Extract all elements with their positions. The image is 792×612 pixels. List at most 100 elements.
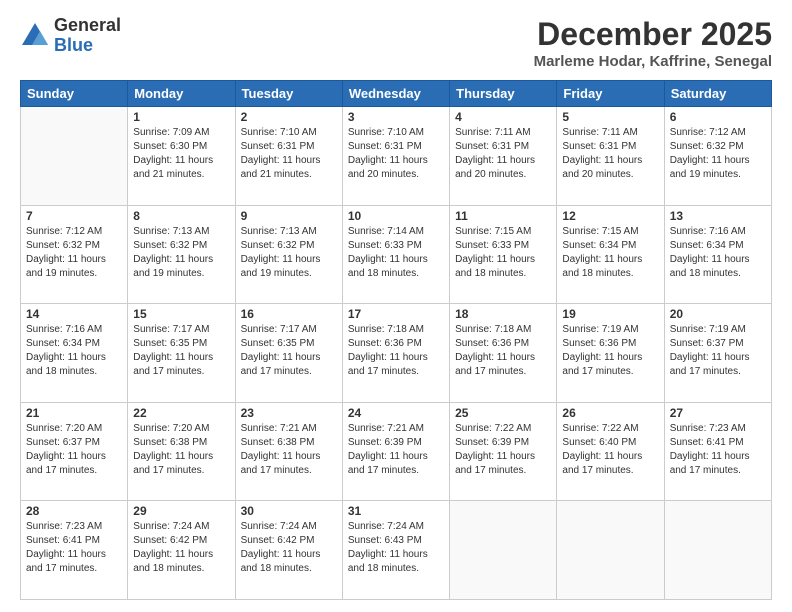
day-number: 27 [670, 406, 766, 420]
day-number: 11 [455, 209, 551, 223]
day-number: 14 [26, 307, 122, 321]
day-info: Sunrise: 7:12 AM Sunset: 6:32 PM Dayligh… [26, 225, 122, 281]
day-info: Sunrise: 7:13 AM Sunset: 6:32 PM Dayligh… [241, 225, 337, 281]
day-info: Sunrise: 7:15 AM Sunset: 6:33 PM Dayligh… [455, 225, 551, 281]
calendar-cell: 31 Sunrise: 7:24 AM Sunset: 6:43 PM Dayli… [342, 501, 449, 600]
title-block: December 2025 Marleme Hodar, Kaffrine, S… [534, 16, 772, 70]
day-number: 31 [348, 504, 444, 518]
weekday-thursday: Thursday [450, 81, 557, 107]
calendar-body: 1Sunrise: 7:09 AM Sunset: 6:30 PM Daylig… [21, 107, 772, 600]
day-number: 23 [241, 406, 337, 420]
day-number: 4 [455, 110, 551, 124]
day-number: 6 [670, 110, 766, 124]
day-info: Sunrise: 7:11 AM Sunset: 6:31 PM Dayligh… [455, 126, 551, 182]
day-info: Sunrise: 7:13 AM Sunset: 6:32 PM Dayligh… [133, 225, 229, 281]
day-number: 28 [26, 504, 122, 518]
day-info: Sunrise: 7:10 AM Sunset: 6:31 PM Dayligh… [241, 126, 337, 182]
day-info: Sunrise: 7:23 AM Sunset: 6:41 PM Dayligh… [670, 422, 766, 478]
day-number: 25 [455, 406, 551, 420]
day-info: Sunrise: 7:14 AM Sunset: 6:33 PM Dayligh… [348, 225, 444, 281]
calendar-cell: 9 Sunrise: 7:13 AM Sunset: 6:32 PM Daylig… [235, 205, 342, 304]
day-number: 30 [241, 504, 337, 518]
month-title: December 2025 [534, 16, 772, 53]
day-info: Sunrise: 7:11 AM Sunset: 6:31 PM Dayligh… [562, 126, 658, 182]
calendar-cell: 11 Sunrise: 7:15 AM Sunset: 6:33 PM Dayli… [450, 205, 557, 304]
day-number: 17 [348, 307, 444, 321]
week-row-2: 7 Sunrise: 7:12 AM Sunset: 6:32 PM Daylig… [21, 205, 772, 304]
calendar-cell: 6Sunrise: 7:12 AM Sunset: 6:32 PM Daylig… [664, 107, 771, 206]
day-info: Sunrise: 7:22 AM Sunset: 6:39 PM Dayligh… [455, 422, 551, 478]
day-number: 29 [133, 504, 229, 518]
day-info: Sunrise: 7:20 AM Sunset: 6:38 PM Dayligh… [133, 422, 229, 478]
day-number: 13 [670, 209, 766, 223]
location-title: Marleme Hodar, Kaffrine, Senegal [534, 53, 772, 70]
calendar-cell: 17 Sunrise: 7:18 AM Sunset: 6:36 PM Dayli… [342, 304, 449, 403]
calendar-cell: 16 Sunrise: 7:17 AM Sunset: 6:35 PM Dayli… [235, 304, 342, 403]
day-info: Sunrise: 7:10 AM Sunset: 6:31 PM Dayligh… [348, 126, 444, 182]
logo-blue: Blue [54, 36, 121, 56]
calendar-cell: 3 Sunrise: 7:10 AM Sunset: 6:31 PM Daylig… [342, 107, 449, 206]
calendar-cell: 26Sunrise: 7:22 AM Sunset: 6:40 PM Dayli… [557, 402, 664, 501]
day-number: 8 [133, 209, 229, 223]
day-info: Sunrise: 7:18 AM Sunset: 6:36 PM Dayligh… [348, 323, 444, 379]
day-info: Sunrise: 7:24 AM Sunset: 6:42 PM Dayligh… [133, 520, 229, 576]
day-info: Sunrise: 7:20 AM Sunset: 6:37 PM Dayligh… [26, 422, 122, 478]
week-row-5: 28 Sunrise: 7:23 AM Sunset: 6:41 PM Dayli… [21, 501, 772, 600]
calendar-cell: 27 Sunrise: 7:23 AM Sunset: 6:41 PM Dayli… [664, 402, 771, 501]
calendar-cell: 14 Sunrise: 7:16 AM Sunset: 6:34 PM Dayli… [21, 304, 128, 403]
day-info: Sunrise: 7:18 AM Sunset: 6:36 PM Dayligh… [455, 323, 551, 379]
day-info: Sunrise: 7:24 AM Sunset: 6:43 PM Dayligh… [348, 520, 444, 576]
week-row-4: 21Sunrise: 7:20 AM Sunset: 6:37 PM Dayli… [21, 402, 772, 501]
day-info: Sunrise: 7:24 AM Sunset: 6:42 PM Dayligh… [241, 520, 337, 576]
logo: General Blue [20, 16, 121, 56]
day-number: 24 [348, 406, 444, 420]
day-info: Sunrise: 7:16 AM Sunset: 6:34 PM Dayligh… [26, 323, 122, 379]
day-number: 7 [26, 209, 122, 223]
calendar-cell: 13Sunrise: 7:16 AM Sunset: 6:34 PM Dayli… [664, 205, 771, 304]
day-info: Sunrise: 7:19 AM Sunset: 6:37 PM Dayligh… [670, 323, 766, 379]
day-info: Sunrise: 7:19 AM Sunset: 6:36 PM Dayligh… [562, 323, 658, 379]
calendar-cell: 25 Sunrise: 7:22 AM Sunset: 6:39 PM Dayli… [450, 402, 557, 501]
calendar-cell: 21Sunrise: 7:20 AM Sunset: 6:37 PM Dayli… [21, 402, 128, 501]
day-number: 26 [562, 406, 658, 420]
day-number: 5 [562, 110, 658, 124]
day-number: 16 [241, 307, 337, 321]
day-number: 9 [241, 209, 337, 223]
calendar-cell: 8 Sunrise: 7:13 AM Sunset: 6:32 PM Daylig… [128, 205, 235, 304]
calendar-cell: 7 Sunrise: 7:12 AM Sunset: 6:32 PM Daylig… [21, 205, 128, 304]
weekday-header: SundayMondayTuesdayWednesdayThursdayFrid… [21, 81, 772, 107]
calendar-cell: 4 Sunrise: 7:11 AM Sunset: 6:31 PM Daylig… [450, 107, 557, 206]
day-info: Sunrise: 7:17 AM Sunset: 6:35 PM Dayligh… [241, 323, 337, 379]
calendar-cell [557, 501, 664, 600]
day-number: 3 [348, 110, 444, 124]
calendar-cell: 22 Sunrise: 7:20 AM Sunset: 6:38 PM Dayli… [128, 402, 235, 501]
day-number: 22 [133, 406, 229, 420]
calendar-cell: 28 Sunrise: 7:23 AM Sunset: 6:41 PM Dayli… [21, 501, 128, 600]
calendar-cell: 18 Sunrise: 7:18 AM Sunset: 6:36 PM Dayli… [450, 304, 557, 403]
day-info: Sunrise: 7:23 AM Sunset: 6:41 PM Dayligh… [26, 520, 122, 576]
page: General Blue December 2025 Marleme Hodar… [0, 0, 792, 612]
calendar-cell: 30 Sunrise: 7:24 AM Sunset: 6:42 PM Dayli… [235, 501, 342, 600]
calendar-cell: 15Sunrise: 7:17 AM Sunset: 6:35 PM Dayli… [128, 304, 235, 403]
day-number: 20 [670, 307, 766, 321]
day-info: Sunrise: 7:09 AM Sunset: 6:30 PM Dayligh… [133, 126, 229, 182]
calendar-cell: 2 Sunrise: 7:10 AM Sunset: 6:31 PM Daylig… [235, 107, 342, 206]
weekday-saturday: Saturday [664, 81, 771, 107]
calendar-cell [664, 501, 771, 600]
calendar-cell: 20 Sunrise: 7:19 AM Sunset: 6:37 PM Dayli… [664, 304, 771, 403]
calendar-cell: 23Sunrise: 7:21 AM Sunset: 6:38 PM Dayli… [235, 402, 342, 501]
logo-text: General Blue [54, 16, 121, 56]
day-info: Sunrise: 7:21 AM Sunset: 6:39 PM Dayligh… [348, 422, 444, 478]
calendar-cell: 12Sunrise: 7:15 AM Sunset: 6:34 PM Dayli… [557, 205, 664, 304]
day-info: Sunrise: 7:17 AM Sunset: 6:35 PM Dayligh… [133, 323, 229, 379]
day-number: 18 [455, 307, 551, 321]
day-number: 2 [241, 110, 337, 124]
day-number: 19 [562, 307, 658, 321]
header: General Blue December 2025 Marleme Hodar… [20, 16, 772, 70]
calendar-cell: 1Sunrise: 7:09 AM Sunset: 6:30 PM Daylig… [128, 107, 235, 206]
weekday-monday: Monday [128, 81, 235, 107]
calendar-cell: 29 Sunrise: 7:24 AM Sunset: 6:42 PM Dayli… [128, 501, 235, 600]
calendar-cell: 5 Sunrise: 7:11 AM Sunset: 6:31 PM Daylig… [557, 107, 664, 206]
day-info: Sunrise: 7:15 AM Sunset: 6:34 PM Dayligh… [562, 225, 658, 281]
week-row-3: 14 Sunrise: 7:16 AM Sunset: 6:34 PM Dayli… [21, 304, 772, 403]
